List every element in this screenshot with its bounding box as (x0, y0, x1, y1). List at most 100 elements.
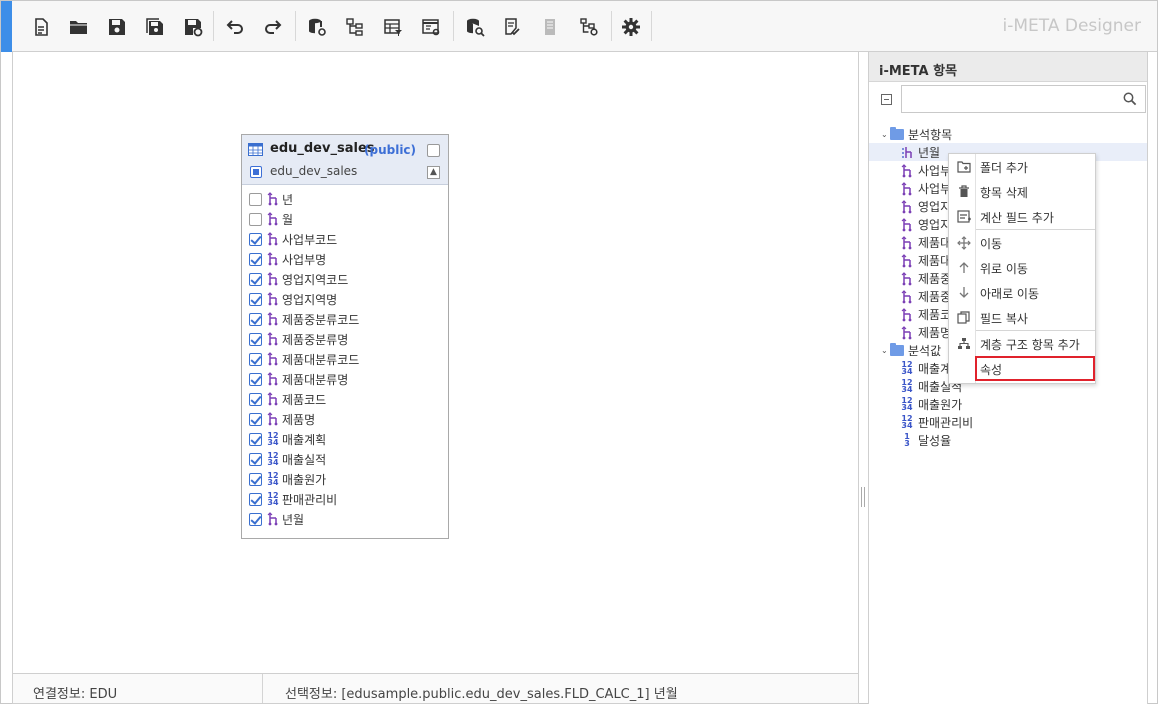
context-menu-item[interactable]: 아래로 이동 (949, 280, 1095, 305)
field-checkbox[interactable] (249, 472, 262, 486)
context-menu-item[interactable]: 이동 (949, 230, 1095, 255)
context-menu-item[interactable]: 속성 (975, 356, 1095, 381)
context-menu-item[interactable]: 폴더 추가 (949, 154, 1095, 179)
field-checkbox[interactable] (249, 192, 262, 206)
hierarchy-settings-icon[interactable] (577, 15, 601, 39)
field-row[interactable]: 12 34 매출계획 (242, 429, 448, 449)
save-icon[interactable] (105, 15, 129, 39)
hierarchy-icon[interactable] (343, 15, 367, 39)
search-icon[interactable] (1123, 92, 1137, 106)
field-checkbox[interactable] (249, 412, 262, 426)
field-checkbox[interactable] (249, 212, 262, 226)
field-row[interactable]: 제품중분류명 (242, 329, 448, 349)
chevron-up-icon[interactable]: ▲ (427, 166, 440, 179)
field-label: 사업부명 (282, 252, 327, 267)
field-row[interactable]: 12 34 매출실적 (242, 449, 448, 469)
field-label: 영업지역코드 (282, 272, 349, 287)
add-folder-icon (956, 159, 971, 174)
field-row[interactable]: 12 34 판매관리비 (242, 489, 448, 509)
table-node[interactable]: edu_dev_sales (public) edu_dev_sales ▲ 년… (241, 134, 449, 539)
field-checkbox[interactable] (249, 312, 262, 326)
field-row[interactable]: 제품중분류코드 (242, 309, 448, 329)
context-menu-label: 계층 구조 항목 추가 (980, 338, 1080, 352)
dimension-icon (901, 181, 913, 195)
window-settings-icon[interactable] (419, 15, 443, 39)
field-checkbox[interactable] (249, 272, 262, 286)
field-row[interactable]: 년 (242, 189, 448, 209)
dimension-icon (267, 512, 279, 526)
measure-icon: 12 34 (267, 491, 279, 507)
chevron-down-icon[interactable]: ⌄ (881, 346, 890, 355)
tree-folder[interactable]: ⌄ 분석항목 (869, 125, 1147, 143)
tree-label: 제품중 (918, 271, 952, 286)
context-menu-item[interactable]: 항목 삭제 (949, 179, 1095, 204)
tree-item[interactable]: 12 34 판매관리비 (869, 413, 1147, 431)
dimension-icon (267, 312, 279, 326)
database-link-icon[interactable] (305, 15, 329, 39)
field-checkbox[interactable] (249, 392, 262, 406)
save-settings-icon[interactable] (181, 15, 205, 39)
tree-item[interactable]: 12 34 매출원가 (869, 395, 1147, 413)
field-checkbox[interactable] (249, 232, 262, 246)
field-label: 매출원가 (282, 472, 327, 487)
field-row[interactable]: 월 (242, 209, 448, 229)
field-checkbox[interactable] (249, 432, 262, 446)
context-menu-item[interactable]: 필드 복사 (949, 305, 1095, 330)
context-menu-item[interactable]: 계층 구조 항목 추가 (949, 331, 1095, 356)
table-filter-icon[interactable] (381, 15, 405, 39)
field-checkbox[interactable] (249, 332, 262, 346)
context-menu-item[interactable]: 계산 필드 추가 (949, 204, 1095, 229)
tree-label: 달성율 (918, 433, 952, 448)
new-document-icon[interactable] (29, 15, 53, 39)
field-label: 월 (282, 212, 294, 227)
folder-icon (890, 342, 904, 356)
field-row[interactable]: 제품대분류코드 (242, 349, 448, 369)
context-menu-label: 위로 이동 (980, 262, 1028, 276)
tree-label: 분석항목 (908, 127, 953, 142)
field-row[interactable]: 제품대분류명 (242, 369, 448, 389)
field-checkbox[interactable] (249, 372, 262, 386)
field-row[interactable]: 12 34 매출원가 (242, 469, 448, 489)
table-alias: edu_dev_sales (270, 164, 358, 178)
field-checkbox[interactable] (249, 292, 262, 306)
chevron-down-icon[interactable]: ⌄ (881, 130, 890, 139)
document-disabled-icon[interactable] (539, 15, 563, 39)
table-options-icon[interactable] (427, 144, 440, 157)
field-row[interactable]: 년월 (242, 509, 448, 529)
search-input[interactable] (902, 86, 1112, 112)
select-all-checkbox[interactable] (250, 166, 262, 178)
redo-icon[interactable] (261, 15, 285, 39)
toolbar: i-META Designer (1, 1, 1157, 52)
field-checkbox[interactable] (249, 492, 262, 506)
checklist-icon[interactable] (501, 15, 525, 39)
status-divider (262, 674, 263, 703)
field-row[interactable]: 영업지역명 (242, 289, 448, 309)
field-row[interactable]: 제품명 (242, 409, 448, 429)
measure-icon: 12 34 (901, 360, 913, 376)
context-menu-item[interactable]: 위로 이동 (949, 255, 1095, 280)
context-menu-label: 폴더 추가 (980, 161, 1028, 175)
field-checkbox[interactable] (249, 252, 262, 266)
measure-icon: 13 (904, 432, 910, 448)
app-title: i-META Designer (1002, 16, 1141, 36)
panel-splitter[interactable] (861, 487, 865, 507)
save-all-icon[interactable] (143, 15, 167, 39)
toolbar-accent (1, 1, 12, 52)
panel-title: i-META 항목 (869, 52, 1147, 82)
field-row[interactable]: 영업지역코드 (242, 269, 448, 289)
field-checkbox[interactable] (249, 452, 262, 466)
field-row[interactable]: 사업부코드 (242, 229, 448, 249)
open-folder-icon[interactable] (67, 15, 91, 39)
gear-icon[interactable] (619, 15, 643, 39)
field-checkbox[interactable] (249, 352, 262, 366)
field-checkbox[interactable] (249, 512, 262, 526)
field-row[interactable]: 사업부명 (242, 249, 448, 269)
undo-icon[interactable] (223, 15, 247, 39)
trash-icon (956, 184, 971, 199)
collapse-all-icon[interactable] (881, 94, 892, 105)
database-search-icon[interactable] (463, 15, 487, 39)
field-row[interactable]: 제품코드 (242, 389, 448, 409)
copy-icon (956, 310, 971, 325)
tree-label: 사업부 (918, 181, 952, 196)
tree-item[interactable]: 1 3 달성율 (869, 431, 1147, 449)
